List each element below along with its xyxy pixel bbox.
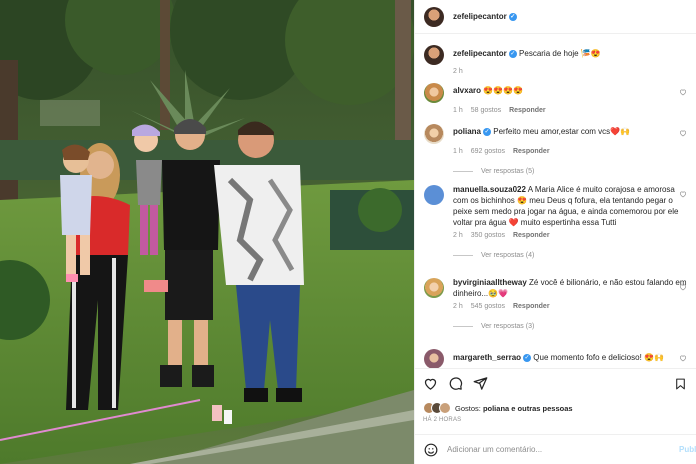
liker-avatars [423,402,451,414]
comment-time: 2 h [453,303,463,310]
comments-list[interactable]: zefelipecantor ✓ Pescaria de hoje 🎏😍 2 h … [415,35,696,368]
commenter-avatar[interactable] [424,349,444,368]
replies-divider [453,326,473,327]
like-heart-icon[interactable] [423,376,438,391]
save-bookmark-icon[interactable] [674,377,687,391]
reply-button[interactable]: Responder [513,148,550,155]
comment-item: poliana ✓ Perfeito meu amor,estar com vcs… [415,123,696,175]
likes-names[interactable]: poliana e outras pessoas [483,404,573,413]
post-side-panel: zefelipecantor ✓ zefelipecantor ✓ Pescaria… [414,0,696,464]
likes-prefix: Gostos: [455,403,481,413]
like-comment-heart-icon[interactable] [679,129,687,137]
family-photo-image [0,0,414,464]
view-replies-button[interactable]: Ver respostas (3) [453,323,696,330]
commenter-avatar[interactable] [424,83,444,103]
commenter-username[interactable]: margareth_serrao [453,353,521,362]
view-replies-button[interactable]: Ver respostas (4) [453,252,696,259]
comment-likes[interactable]: 692 gostos [471,148,505,155]
reply-button[interactable]: Responder [509,107,546,114]
commenter-avatar[interactable] [424,185,444,205]
caption-author-username[interactable]: zefelipecantor [453,49,507,58]
author-username[interactable]: zefelipecantor ✓ [453,12,517,21]
publish-button[interactable]: Publi [679,445,696,454]
replies-divider [453,171,473,172]
commenter-username[interactable]: byvirginiaalltheway [453,278,527,287]
verified-badge-icon: ✓ [523,353,532,362]
verified-badge-icon: ✓ [508,12,517,21]
verified-badge-icon: ✓ [483,127,492,136]
commenter-username[interactable]: poliana [453,127,481,136]
caption-author-avatar[interactable] [424,45,444,65]
like-comment-heart-icon[interactable] [679,88,687,96]
post-caption: zefelipecantor ✓ Pescaria de hoje 🎏😍 2 h [415,44,696,75]
author-avatar[interactable] [424,6,444,27]
add-comment-bar: Publi [415,434,696,464]
post-time-ago: HÁ 2 HORAS [423,417,462,423]
share-send-icon[interactable] [473,376,488,391]
view-replies-button[interactable]: Ver respostas (5) [453,168,696,175]
caption-time: 2 h [453,68,463,75]
reply-button[interactable]: Responder [513,303,550,310]
comment-text: 😍😍😍😍 [483,86,524,95]
post-photo[interactable] [0,0,414,464]
commenter-username[interactable]: alvxaro [453,86,481,95]
commenter-avatar[interactable] [424,278,444,298]
replies-divider [453,255,473,256]
commenter-avatar[interactable] [424,124,444,144]
comment-time: 1 h [453,107,463,114]
comment-input[interactable] [447,445,667,454]
comment-text: Perfeito meu amor,estar com vcs❤️🙌 [493,127,631,136]
comment-item: alvxaro 😍😍😍😍 1 h 58 gostos Responder [415,82,696,114]
caption-text: Pescaria de hoje 🎏😍 [519,49,601,58]
comment-bubble-icon[interactable] [448,376,463,391]
comment-item: byvirginiaalltheway Zé você é bilionário… [415,277,696,330]
post-header: zefelipecantor ✓ [415,0,696,34]
emoji-icon[interactable] [424,443,438,457]
likes-summary[interactable]: Gostos: poliana e outras pessoas [423,402,573,414]
comment-item: margareth_serrao ✓ Que momento fofo e del… [415,348,696,368]
comment-likes[interactable]: 58 gostos [471,107,501,114]
comment-time: 1 h [453,148,463,155]
like-comment-heart-icon[interactable] [679,354,687,362]
commenter-username[interactable]: manuella.souza022 [453,185,526,194]
comment-likes[interactable]: 545 gostos [471,303,505,310]
comment-likes[interactable]: 350 gostos [471,232,505,239]
comment-item: manuella.souza022 A Maria Alice é muito … [415,184,696,259]
comment-text: Que momento fofo e delicioso! 😍🙌 [533,353,664,362]
comment-time: 2 h [453,232,463,239]
reply-button[interactable]: Responder [513,232,550,239]
like-comment-heart-icon[interactable] [679,283,687,291]
like-comment-heart-icon[interactable] [679,190,687,198]
verified-badge-icon: ✓ [508,49,517,58]
